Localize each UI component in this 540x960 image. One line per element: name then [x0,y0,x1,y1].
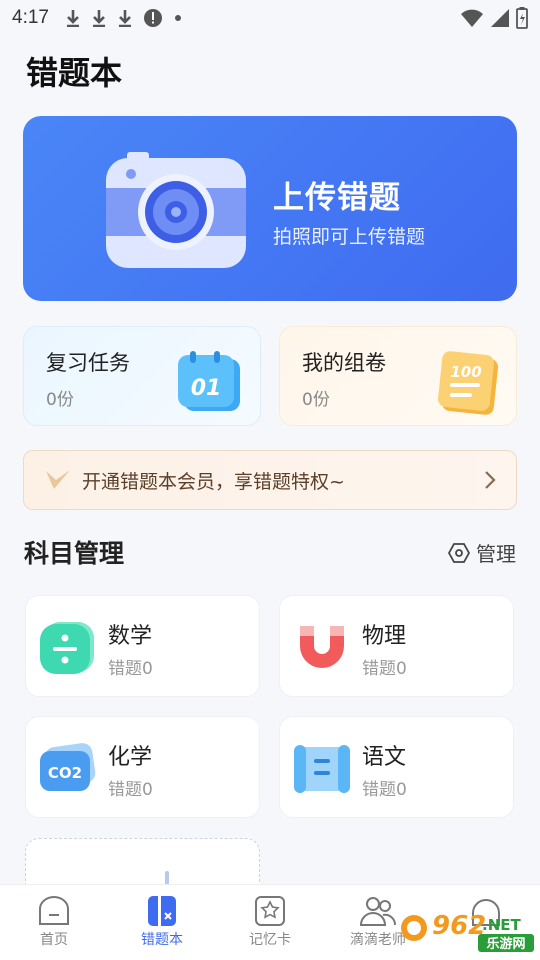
my-paper-card[interactable]: 我的组卷 0份 100 [279,326,517,426]
chevron-right-icon [485,471,496,489]
calendar-icon: 01 [178,351,240,411]
download-icon [118,10,131,27]
battery-icon [516,7,528,29]
nav-memory-card[interactable]: 记忆卡 [216,885,324,960]
svg-text:.NET: .NET [482,916,521,934]
nav-mistake-book[interactable]: 错题本 [108,885,216,960]
member-promo-text: 开通错题本会员，享错题特权~ [82,470,345,493]
co2-icon: CO2 [40,743,96,791]
subject-name: 化学 [108,745,153,770]
teacher-icon [359,897,397,926]
status-time: 4:17 [12,7,49,28]
vip-icon [46,470,70,489]
home-icon [39,896,69,925]
page-title: 错题本 [26,54,123,92]
svg-text:乐游网: 乐游网 [486,936,525,952]
subjects-section-title: 科目管理 [24,539,125,568]
subject-count: 错题0 [362,780,407,800]
svg-text:CO2: CO2 [48,764,82,782]
subject-count: 错题0 [108,659,153,679]
manage-subjects-button[interactable]: 管理 [448,538,516,567]
dot-icon [174,15,181,21]
upload-title: 上传错题 [273,180,401,216]
subject-count: 错题0 [108,780,153,800]
alert-icon [143,9,162,27]
subject-card-math[interactable]: 数学 错题0 [25,595,260,697]
paper-icon: 100 [438,351,498,415]
subject-name: 物理 [362,624,407,649]
status-bar: 4:17 [0,0,540,36]
review-task-count: 0份 [46,390,74,410]
mistake-book-icon [148,896,176,926]
camera-icon [106,152,246,268]
nav-label: 记忆卡 [249,932,291,948]
upload-subtitle: 拍照即可上传错题 [273,226,426,248]
subject-name: 语文 [362,745,407,770]
download-icon [66,10,79,27]
site-watermark-logo: 962 .NET 乐游网 [401,911,534,952]
signal-icon [491,9,509,27]
svg-text:01: 01 [191,376,222,401]
upload-mistake-card[interactable]: 上传错题 拍照即可上传错题 [23,116,517,301]
subject-name: 数学 [108,624,153,649]
nav-label: 错题本 [141,932,183,948]
scroll-icon [294,745,350,793]
magnet-icon [300,626,344,668]
subject-card-chinese[interactable]: 语文 错题0 [279,716,514,818]
review-task-card[interactable]: 复习任务 0份 01 [23,326,261,426]
member-promo-bar[interactable]: 开通错题本会员，享错题特权~ [23,450,517,510]
subject-card-physics[interactable]: 物理 错题0 [279,595,514,697]
nav-home[interactable]: 首页 [0,885,108,960]
download-icon [92,10,105,27]
manage-label: 管理 [476,542,516,566]
math-divide-icon [40,622,94,674]
memory-card-icon [255,896,285,926]
svg-text:100: 100 [450,363,481,381]
nav-label: 首页 [40,932,68,948]
my-paper-count: 0份 [302,390,330,410]
subject-card-chemistry[interactable]: CO2 化学 错题0 [25,716,260,818]
my-paper-title: 我的组卷 [302,351,386,375]
subject-count: 错题0 [362,659,407,679]
review-task-title: 复习任务 [46,351,130,375]
settings-hexagon-icon [448,542,470,563]
wifi-icon [461,9,483,27]
